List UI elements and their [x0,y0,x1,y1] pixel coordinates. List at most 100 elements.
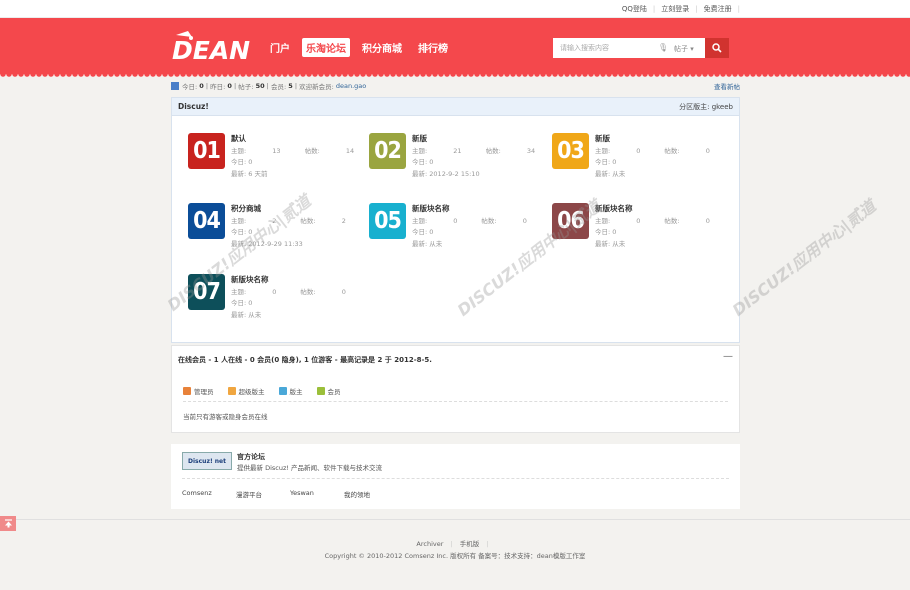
board-posts: 帖数: 14 [304,146,355,155]
board-name[interactable]: 新版块名称 [412,203,527,215]
board-name[interactable]: 新版 [412,133,535,145]
board-topics: 主题: 0 [595,146,641,155]
board-number-icon[interactable]: 06 [552,203,589,239]
board-counts: 主题: 21 帖数: 34 [412,146,535,158]
top-links: QQ登陆 | 立刻登录 | 免费注册 | [622,0,740,18]
category-title[interactable]: Discuz! [178,102,209,111]
register-link[interactable]: 免费注册 [704,4,732,14]
yesterday-count: 0 [227,82,232,90]
search-type-label: 帖子 [674,45,688,53]
separator: | [450,540,453,548]
moderator-link[interactable]: gkeeb [712,103,733,111]
board-number-icon[interactable]: 07 [188,274,225,310]
board-latest[interactable]: 最新: 从未 [231,310,346,322]
board-item: 02 新版 主题: 21 帖数: 34 今日: 0 最新: 2012-9-2 15:10 [369,133,539,180]
legend-label: 版主 [289,388,303,396]
archiver-link[interactable]: Archiver [416,540,443,548]
legend-item-mod: 版主 [278,386,303,396]
moderator-label: 分区版主: [679,102,710,111]
board-posts: 帖数: 0 [664,216,710,225]
posts-label: 帖子: [238,83,254,91]
site-header: DEAN 门户 乐淘论坛 积分商城 排行榜 请输入搜索内容 🎙 帖子 ▾ [0,18,910,77]
nav-item-forum[interactable]: 乐淘论坛 [302,38,350,57]
nav-item-shop[interactable]: 积分商城 [358,38,406,57]
site-logo[interactable]: DEAN [170,29,255,63]
board-posts: 帖数: 0 [664,146,710,155]
search-button[interactable] [705,38,729,58]
link-mydomain[interactable]: 我的领地 [344,489,398,499]
board-info: 默认 主题: 13 帖数: 14 今日: 0 最新: 6 天前 [231,133,354,180]
online-summary[interactable]: 在线会员 - 1 人在线 - 0 会员(0 隐身), 1 位游客 - 最高记录是… [178,355,432,365]
new-posts-link[interactable]: 查看新帖 [714,81,740,91]
search-input[interactable]: 请输入搜索内容 🎙 帖子 ▾ [553,38,705,58]
collapse-icon[interactable]: — [723,351,733,362]
board-latest[interactable]: 最新: 从未 [412,239,527,251]
member-legend: 管理员 超级版主 版主 会员 [183,386,341,396]
board-latest[interactable]: 最新: 2012-9-2 15:10 [412,169,535,181]
text-links: Comsenz 漫游平台 Yeswan 我的领地 [182,489,398,499]
microphone-icon[interactable]: 🎙 [658,43,668,52]
board-name[interactable]: 积分商城 [231,203,346,215]
yesterday-label: 昨日: [210,83,226,91]
board-latest[interactable]: 最新: 从未 [595,169,710,181]
board-name[interactable]: 新版块名称 [595,203,710,215]
board-today: 今日: 0 [595,228,617,236]
footer-divider [0,519,910,520]
nav-item-portal[interactable]: 门户 [266,38,294,57]
link-manyou[interactable]: 漫游平台 [236,489,290,499]
board-latest[interactable]: 最新: 2012-9-29 11:33 [231,239,346,251]
separator: | [486,540,489,548]
board-topics: 主题: 0 [412,216,458,225]
search-placeholder: 请输入搜索内容 [560,44,609,52]
main-nav: 门户 乐淘论坛 积分商城 排行榜 [266,38,452,57]
search-bar: 请输入搜索内容 🎙 帖子 ▾ [553,38,729,58]
top-bar: QQ登陆 | 立刻登录 | 免费注册 | [0,0,910,18]
board-name[interactable]: 新版块名称 [231,274,346,286]
board-number-icon[interactable]: 02 [369,133,406,169]
board-topics: 主题: 21 [412,146,462,155]
board-today: 今日: 0 [231,299,253,307]
board-info: 积分商城 主题: 2 帖数: 2 今日: 0 最新: 2012-9-29 11:33 [231,203,346,250]
board-info: 新版块名称 主题: 0 帖数: 0 今日: 0 最新: 从未 [412,203,527,250]
back-to-top-button[interactable] [0,516,16,531]
divider [183,401,728,402]
search-type-select[interactable]: 帖子 ▾ [674,44,694,54]
footer-links: Archiver | 手机版 | [0,538,910,548]
welcome-label: 欢迎新会员: [299,83,334,91]
watermark: DISCUZ!应用中心|贰道 [728,196,880,320]
today-count: 0 [199,82,204,90]
board-name[interactable]: 新版 [595,133,710,145]
board-number-icon[interactable]: 01 [188,133,225,169]
members-count: 5 [288,82,293,90]
board-counts: 主题: 0 帖数: 0 [595,146,710,158]
login-link[interactable]: 立刻登录 [661,4,689,14]
link-yeswan[interactable]: Yeswan [290,489,344,499]
board-number-icon[interactable]: 03 [552,133,589,169]
board-counts: 主题: 2 帖数: 2 [231,216,346,228]
mobile-link[interactable]: 手机版 [460,540,480,548]
stats-chart-icon[interactable] [171,82,179,90]
members-label: 会员: [270,83,287,91]
board-latest[interactable]: 最新: 从未 [595,239,710,251]
board-name[interactable]: 默认 [231,133,354,145]
legend-item-admin: 管理员 [183,386,214,396]
separator: | [695,5,698,13]
new-member-link[interactable]: dean.gao [336,82,366,90]
board-latest[interactable]: 最新: 6 天前 [231,169,354,181]
link-comsenz[interactable]: Comsenz [182,489,236,499]
separator: | [737,5,740,13]
legend-item-super-mod: 超级版主 [227,386,265,396]
board-today: 今日: 0 [231,228,253,236]
nav-item-ranking[interactable]: 排行榜 [414,38,452,57]
legend-item-member: 会员 [316,386,341,396]
main-content: 今日: 0 | 昨日: 0 | 帖子: 50 | 会员: 5 | 欢迎新会员: … [171,80,740,343]
friend-link-title[interactable]: 官方论坛 [237,452,265,462]
board-number-icon[interactable]: 04 [188,203,225,239]
posts-count: 50 [255,82,265,90]
forum-stats: 今日: 0 | 昨日: 0 | 帖子: 50 | 会员: 5 | 欢迎新会员: … [171,80,740,92]
discuz-logo[interactable]: Discuz! net [182,452,232,470]
board-number-icon[interactable]: 05 [369,203,406,239]
qq-login-link[interactable]: QQ登陆 [622,4,647,14]
board-item: 07 新版块名称 主题: 0 帖数: 0 今日: 0 最新: 从未 [188,274,358,321]
online-members-box: 在线会员 - 1 人在线 - 0 会员(0 隐身), 1 位游客 - 最高记录是… [171,345,740,433]
